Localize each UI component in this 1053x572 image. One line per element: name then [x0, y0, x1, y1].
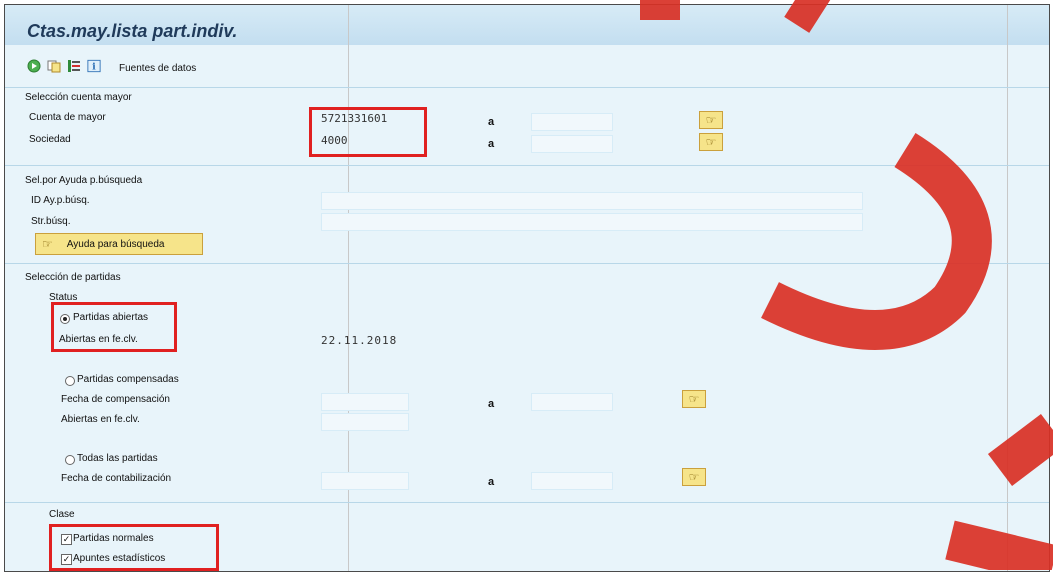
- watermark: [640, 0, 1053, 570]
